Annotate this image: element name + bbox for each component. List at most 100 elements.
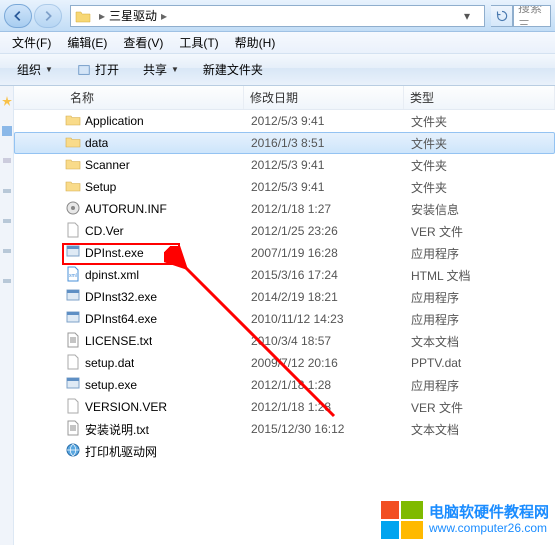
file-date: 2012/1/18 1:28 xyxy=(245,378,405,392)
drive-icon[interactable] xyxy=(2,276,12,286)
open-icon xyxy=(77,63,91,77)
computer-icon[interactable] xyxy=(2,156,12,166)
windows-logo-icon xyxy=(381,501,423,539)
table-row[interactable]: AUTORUN.INF2012/1/18 1:27安装信息 xyxy=(14,198,555,220)
file-name: data xyxy=(85,136,108,150)
open-button[interactable]: 打开 xyxy=(66,56,130,83)
file-list[interactable]: Application2012/5/3 9:41文件夹data2016/1/3 … xyxy=(14,110,555,545)
file-type: 应用程序 xyxy=(405,311,554,328)
file-type: 文件夹 xyxy=(405,135,554,152)
titlebar: ▸ 三星驱动 ▸ ▾ 搜索 三 xyxy=(0,0,555,32)
file-name: DPInst64.exe xyxy=(85,312,157,326)
drive-icon[interactable] xyxy=(2,186,12,196)
table-row[interactable]: VERSION.VER2012/1/18 1:28VER 文件 xyxy=(14,396,555,418)
file-date: 2010/3/4 18:57 xyxy=(245,334,405,348)
chevron-down-icon: ▼ xyxy=(45,65,53,74)
menu-file[interactable]: 文件(F) xyxy=(4,32,59,53)
watermark: 电脑软硬件教程网 www.computer26.com xyxy=(381,501,549,539)
table-row[interactable]: DPInst.exe 2007/1/19 16:28应用程序 xyxy=(14,242,555,264)
folder-icon xyxy=(65,134,81,153)
file-date: 2007/1/19 16:28 xyxy=(245,246,405,260)
table-row[interactable]: Scanner2012/5/3 9:41文件夹 xyxy=(14,154,555,176)
file-list-pane: 名称 修改日期 类型 Application2012/5/3 9:41文件夹da… xyxy=(14,86,555,545)
favorite-icon[interactable] xyxy=(2,96,12,106)
column-type[interactable]: 类型 xyxy=(404,86,555,109)
file-name: LICENSE.txt xyxy=(85,334,152,348)
file-date: 2015/12/30 16:12 xyxy=(245,422,405,436)
drive-icon[interactable] xyxy=(2,216,12,226)
file-date: 2012/5/3 9:41 xyxy=(245,114,405,128)
address-bar[interactable]: ▸ 三星驱动 ▸ ▾ xyxy=(70,5,485,27)
table-row[interactable]: DPInst64.exe2010/11/12 14:23应用程序 xyxy=(14,308,555,330)
file-name: 安装说明.txt xyxy=(85,421,149,438)
file-type: HTML 文档 xyxy=(405,267,554,284)
column-name[interactable]: 名称 xyxy=(14,86,244,109)
organize-button[interactable]: 组织 ▼ xyxy=(6,56,64,83)
file-name: DPInst.exe xyxy=(85,246,144,260)
file-type: VER 文件 xyxy=(405,223,554,240)
search-placeholder: 搜索 三 xyxy=(518,5,546,27)
file-name: AUTORUN.INF xyxy=(85,202,167,216)
file-type: 文本文档 xyxy=(405,333,554,350)
html-icon: xml xyxy=(65,266,81,285)
menu-tools[interactable]: 工具(T) xyxy=(171,32,226,53)
exe-icon xyxy=(65,244,81,263)
table-row[interactable]: data2016/1/3 8:51文件夹 xyxy=(14,132,555,154)
file-name: Application xyxy=(85,114,144,128)
file-date: 2012/1/18 1:28 xyxy=(245,400,405,414)
nav-pane-collapsed xyxy=(0,86,14,545)
toolbar: 组织 ▼ 打开 共享 ▼ 新建文件夹 xyxy=(0,54,555,86)
file-name: setup.dat xyxy=(85,356,134,370)
table-row[interactable]: setup.dat2009/7/12 20:16PPTV.dat xyxy=(14,352,555,374)
library-icon[interactable] xyxy=(2,126,12,136)
file-icon xyxy=(65,354,81,373)
menu-edit[interactable]: 编辑(E) xyxy=(59,32,115,53)
table-row[interactable]: CD.Ver2012/1/25 23:26VER 文件 xyxy=(14,220,555,242)
file-name: DPInst32.exe xyxy=(85,290,157,304)
breadcrumb-separator: ▸ xyxy=(157,9,171,23)
search-box[interactable]: 搜索 三 xyxy=(513,5,551,27)
file-date: 2012/5/3 9:41 xyxy=(245,180,405,194)
chevron-down-icon: ▼ xyxy=(171,65,179,74)
file-name: 打印机驱动网 xyxy=(85,443,157,460)
folder-icon xyxy=(65,112,81,131)
drive-icon[interactable] xyxy=(2,246,12,256)
refresh-button[interactable] xyxy=(491,5,513,27)
arrow-left-icon xyxy=(11,9,25,23)
menu-help[interactable]: 帮助(H) xyxy=(227,32,284,53)
file-date: 2012/1/25 23:26 xyxy=(245,224,405,238)
table-row[interactable]: Application2012/5/3 9:41文件夹 xyxy=(14,110,555,132)
table-row[interactable]: 安装说明.txt2015/12/30 16:12文本文档 xyxy=(14,418,555,440)
table-row[interactable]: setup.exe2012/1/18 1:28应用程序 xyxy=(14,374,555,396)
file-type: 应用程序 xyxy=(405,245,554,262)
table-row[interactable]: Setup 2012/5/3 9:41文件夹 xyxy=(14,176,555,198)
table-row[interactable]: DPInst32.exe2014/2/19 18:21应用程序 xyxy=(14,286,555,308)
exe-icon xyxy=(65,376,81,395)
exe-icon xyxy=(65,310,81,329)
back-button[interactable] xyxy=(4,4,32,28)
file-date: 2012/5/3 9:41 xyxy=(245,158,405,172)
file-name: dpinst.xml xyxy=(85,268,139,282)
folder-icon xyxy=(65,178,81,197)
column-date[interactable]: 修改日期 xyxy=(244,86,404,109)
new-folder-button[interactable]: 新建文件夹 xyxy=(192,56,274,83)
table-row[interactable]: LICENSE.txt 2010/3/4 18:57文本文档 xyxy=(14,330,555,352)
file-name: Setup xyxy=(85,180,116,194)
folder-icon xyxy=(75,8,91,24)
file-type: 文件夹 xyxy=(405,179,554,196)
watermark-title: 电脑软硬件教程网 xyxy=(429,505,549,522)
txt-icon xyxy=(65,420,81,439)
inf-icon xyxy=(65,200,81,219)
file-type: 应用程序 xyxy=(405,377,554,394)
refresh-icon xyxy=(496,10,508,22)
table-row[interactable]: 打印机驱动网 xyxy=(14,440,555,462)
file-date: 2014/2/19 18:21 xyxy=(245,290,405,304)
address-dropdown[interactable]: ▾ xyxy=(464,9,480,23)
forward-button[interactable] xyxy=(34,4,62,28)
breadcrumb-segment[interactable]: 三星驱动 xyxy=(109,7,157,24)
file-date: 2012/1/18 1:27 xyxy=(245,202,405,216)
table-row[interactable]: xmldpinst.xml2015/3/16 17:24HTML 文档 xyxy=(14,264,555,286)
share-button[interactable]: 共享 ▼ xyxy=(132,56,190,83)
menu-view[interactable]: 查看(V) xyxy=(115,32,171,53)
breadcrumb-separator: ▸ xyxy=(95,9,109,23)
